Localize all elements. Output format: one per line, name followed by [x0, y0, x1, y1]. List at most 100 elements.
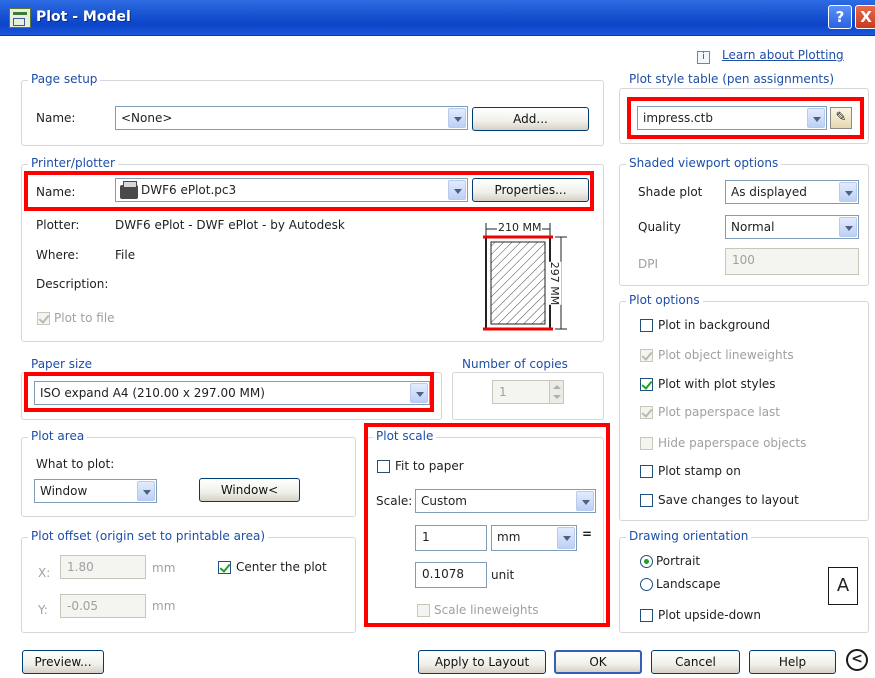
copies-input[interactable]: 1 — [492, 380, 564, 404]
copies-spinner[interactable] — [549, 381, 563, 403]
paper-size-label: Paper size — [28, 357, 96, 371]
shade-plot-select[interactable]: As displayed — [725, 180, 859, 204]
offset-y-unit: mm — [152, 599, 176, 613]
preview-button[interactable]: Preview... — [22, 650, 104, 674]
preview-height-label: 297 MM — [548, 261, 562, 306]
upside-down-label: Plot upside-down — [658, 608, 761, 622]
where-label: Where: — [36, 248, 79, 262]
chevron-down-icon — [137, 481, 155, 501]
offset-y-input[interactable]: -0.05 — [60, 594, 146, 618]
chevron-down-icon — [839, 217, 857, 237]
style-table-highlight-box — [627, 97, 864, 139]
chevron-down-icon — [839, 182, 857, 202]
scale-unit-value: mm — [497, 530, 521, 544]
ok-button[interactable]: OK — [554, 650, 642, 674]
orientation-label: Drawing orientation — [626, 529, 752, 543]
offset-x-unit: mm — [152, 561, 176, 575]
info-icon: i — [697, 51, 710, 64]
plot-stamp-label: Plot stamp on — [658, 464, 741, 478]
printer-plotter-label: Printer/plotter — [28, 156, 118, 170]
scale-label: Scale: — [376, 494, 413, 508]
dpi-input[interactable]: 100 — [725, 248, 859, 275]
shade-plot-value: As displayed — [731, 185, 807, 199]
plot-in-background-checkbox[interactable] — [640, 319, 653, 332]
plot-to-file-checkbox[interactable] — [37, 312, 50, 325]
quality-select[interactable]: Normal — [725, 215, 859, 239]
quality-label: Quality — [638, 220, 681, 234]
scale-unit-select[interactable]: mm — [491, 525, 577, 551]
preview-width-label: 210 MM — [497, 221, 543, 234]
copies-value: 1 — [499, 385, 507, 399]
plot-options-label: Plot options — [626, 293, 703, 307]
plot-stamp-checkbox[interactable] — [640, 465, 653, 478]
plot-paperspace-last-checkbox[interactable] — [640, 406, 653, 419]
offset-y-value: -0.05 — [67, 599, 99, 613]
save-changes-label: Save changes to layout — [658, 493, 799, 507]
chevron-down-icon — [576, 491, 594, 511]
dpi-label: DPI — [638, 257, 659, 271]
help-title-button[interactable]: ? — [828, 5, 852, 29]
plot-paperspace-last-label: Plot paperspace last — [658, 405, 780, 419]
scale-numerator-input[interactable]: 1 — [415, 525, 487, 551]
plotter-label: Plotter: — [36, 218, 80, 232]
plot-in-background-label: Plot in background — [658, 318, 771, 332]
scale-lineweights-checkbox[interactable] — [417, 604, 430, 617]
paper-size-highlight-box — [24, 372, 434, 412]
plot-area-label: Plot area — [28, 429, 88, 443]
shade-plot-label: Shade plot — [638, 185, 703, 199]
dpi-value: 100 — [732, 253, 755, 267]
what-to-plot-value: Window — [40, 484, 88, 498]
copies-label: Number of copies — [459, 357, 571, 371]
quality-value: Normal — [731, 220, 775, 234]
description-label: Description: — [36, 277, 109, 291]
chevron-down-icon — [448, 108, 466, 128]
title-bar: Plot - Model ? X — [0, 0, 875, 36]
less-options-icon[interactable]: < — [846, 649, 868, 671]
upside-down-checkbox[interactable] — [640, 609, 653, 622]
center-plot-label: Center the plot — [236, 560, 327, 574]
add-page-setup-button[interactable]: Add... — [472, 107, 589, 131]
plot-object-lineweights-checkbox[interactable] — [640, 349, 653, 362]
cancel-button[interactable]: Cancel — [651, 650, 740, 674]
fit-to-paper-checkbox[interactable] — [377, 460, 390, 473]
scale-denominator-unit: unit — [491, 568, 515, 582]
landscape-radio[interactable] — [640, 578, 653, 591]
help-button[interactable]: Help — [749, 650, 836, 674]
what-to-plot-select[interactable]: Window — [34, 479, 157, 503]
save-changes-checkbox[interactable] — [640, 494, 653, 507]
portrait-radio[interactable] — [640, 555, 653, 568]
close-button[interactable]: X — [855, 5, 875, 29]
plotter-value: DWF6 ePlot - DWF ePlot - by Autodesk — [115, 218, 345, 232]
shaded-viewport-label: Shaded viewport options — [626, 156, 782, 170]
plot-scale-label: Plot scale — [373, 429, 437, 443]
page-setup-name-label: Name: — [36, 111, 76, 125]
page-setup-name-select[interactable]: <None> — [115, 106, 468, 130]
style-table-label: Plot style table (pen assignments) — [626, 72, 838, 86]
scale-select[interactable]: Custom — [415, 489, 596, 513]
spinner-up-icon — [553, 385, 561, 389]
landscape-label: Landscape — [656, 577, 721, 591]
center-plot-checkbox[interactable] — [218, 561, 231, 574]
spinner-down-icon — [553, 395, 561, 399]
learn-about-plotting-link[interactable]: Learn about Plotting — [722, 48, 844, 62]
portrait-label: Portrait — [656, 554, 701, 568]
page-setup-name-value: <None> — [121, 111, 173, 125]
plot-offset-group — [21, 537, 356, 633]
plot-with-styles-label: Plot with plot styles — [658, 377, 776, 391]
offset-x-label: X: — [38, 566, 51, 580]
hide-paperspace-objects-label: Hide paperspace objects — [658, 436, 807, 450]
window-title: Plot - Model — [36, 9, 131, 25]
where-value: File — [115, 248, 136, 262]
plot-offset-label: Plot offset (origin set to printable are… — [28, 529, 269, 543]
offset-y-label: Y: — [38, 603, 48, 617]
window-button[interactable]: Window< — [199, 478, 300, 502]
scale-denominator-input[interactable]: 0.1078 — [415, 562, 487, 588]
plot-app-icon — [9, 8, 31, 28]
hide-paperspace-objects-checkbox[interactable] — [640, 437, 653, 450]
apply-to-layout-button[interactable]: Apply to Layout — [418, 650, 546, 674]
scale-value: Custom — [421, 494, 467, 508]
plot-area-group — [21, 437, 356, 517]
scale-denominator-value: 0.1078 — [422, 567, 464, 581]
offset-x-input[interactable]: 1.80 — [60, 555, 146, 579]
plot-with-styles-checkbox[interactable] — [640, 378, 653, 391]
